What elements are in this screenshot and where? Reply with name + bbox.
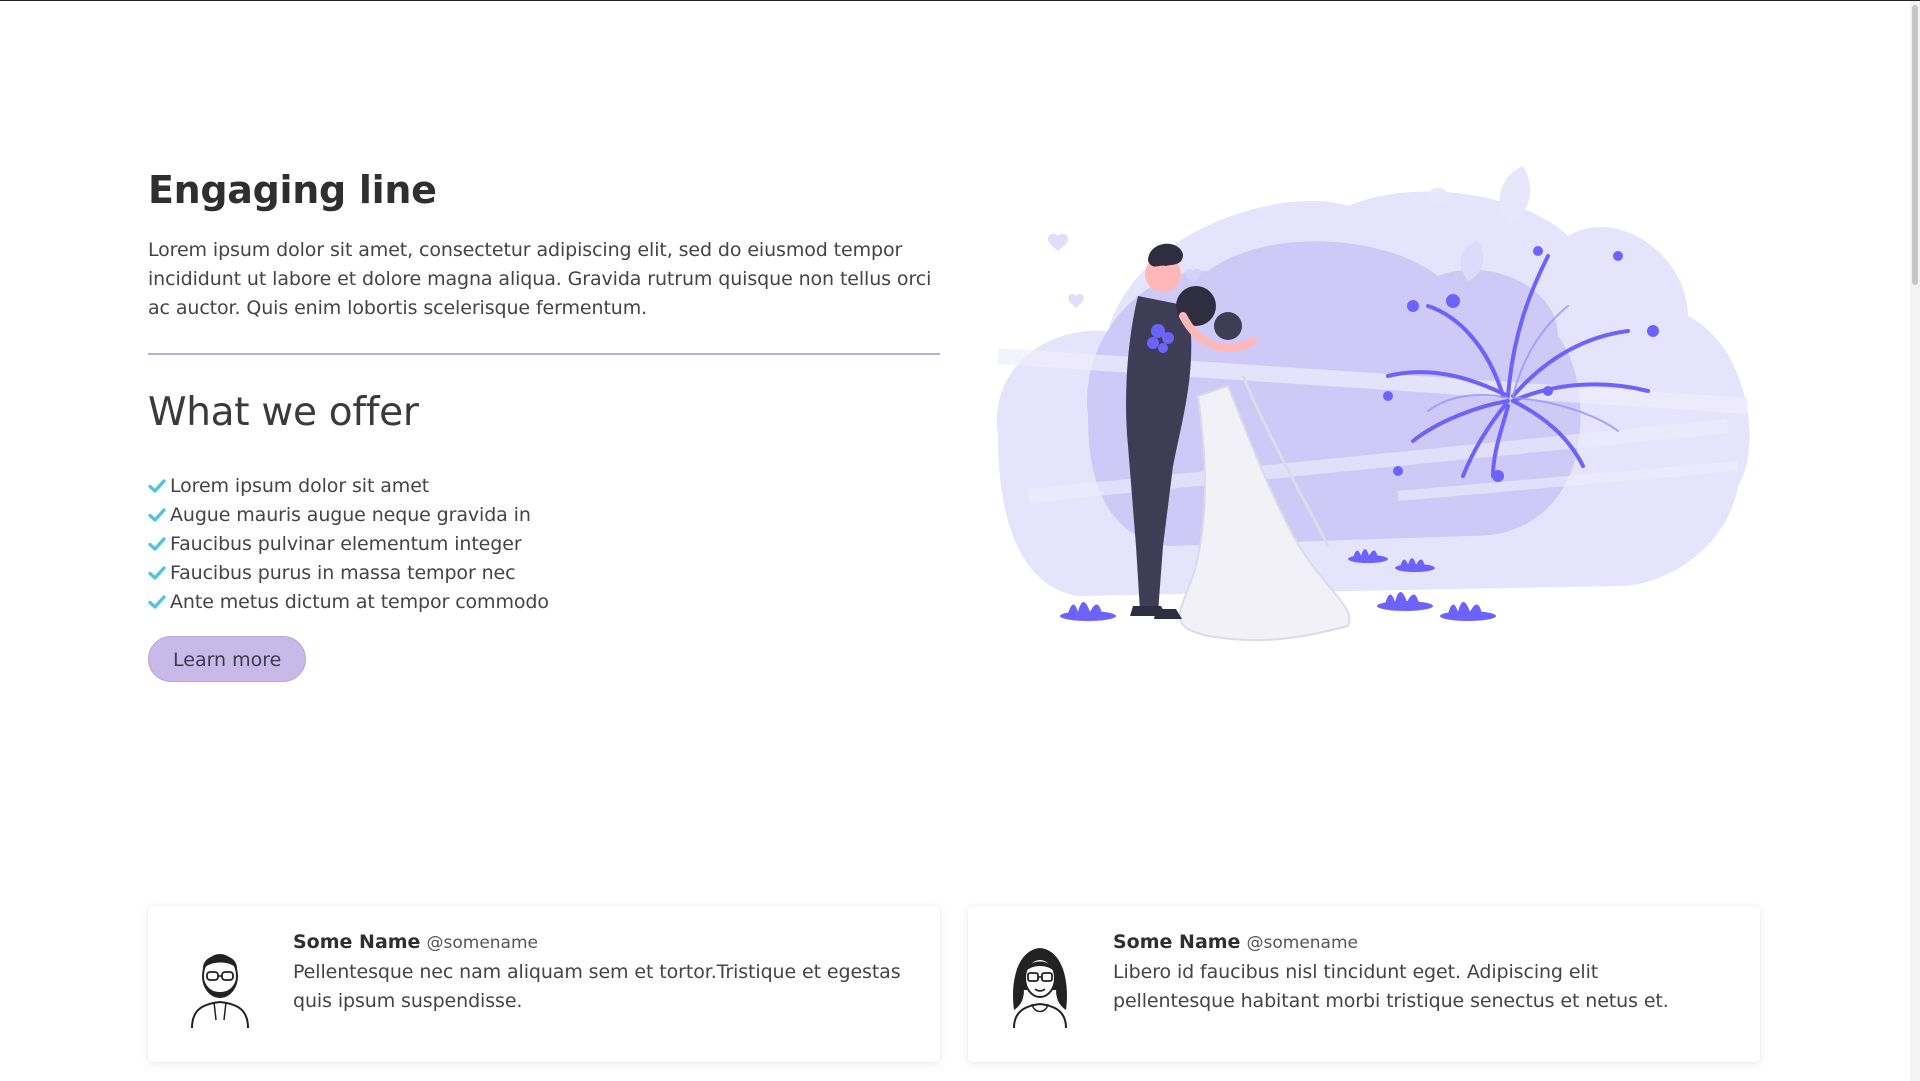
offer-item-label: Augue mauris augue neque gravida in	[170, 503, 531, 526]
offer-item-label: Ante metus dictum at tempor commodo	[170, 590, 549, 613]
hero-text: Engaging line Lorem ipsum dolor sit amet…	[148, 166, 940, 682]
check-icon	[148, 594, 166, 609]
testimonial-author: Some Name @somename	[293, 928, 903, 957]
page-title: Engaging line	[148, 168, 437, 212]
check-icon	[148, 565, 166, 580]
testimonials-section: Some Name @somename Pellentesque nec nam…	[148, 906, 1760, 1066]
author-name: Some Name	[293, 931, 421, 953]
hero-section: Engaging line Lorem ipsum dolor sit amet…	[148, 166, 1760, 686]
offer-item: Faucibus purus in massa tempor nec	[148, 558, 940, 587]
testimonial-body: Some Name @somename Pellentesque nec nam…	[293, 928, 903, 1016]
check-icon	[148, 536, 166, 551]
offer-item-label: Lorem ipsum dolor sit amet	[170, 474, 430, 497]
testimonial-author: Some Name @somename	[1113, 928, 1723, 957]
testimonial-text: Pellentesque nec nam aliquam sem et tort…	[293, 961, 901, 1012]
testimonial-card: Some Name @somename Pellentesque nec nam…	[148, 906, 940, 1062]
scrollbar-thumb[interactable]	[1912, 5, 1918, 285]
offer-item: Augue mauris augue neque gravida in	[148, 500, 940, 529]
offer-heading: What we offer	[148, 390, 419, 435]
divider	[148, 353, 940, 355]
offer-item-label: Faucibus purus in massa tempor nec	[170, 561, 516, 584]
intro-paragraph: Lorem ipsum dolor sit amet, consectetur …	[148, 239, 932, 319]
testimonial-text: Libero id faucibus nisl tincidunt eget. …	[1113, 961, 1669, 1012]
learn-more-button[interactable]: Learn more	[148, 636, 307, 682]
author-handle[interactable]: @somename	[427, 933, 539, 953]
author-handle[interactable]: @somename	[1247, 933, 1359, 953]
page-scrollbar[interactable]	[1910, 1, 1920, 1081]
check-icon	[148, 478, 166, 493]
testimonial-body: Some Name @somename Libero id faucibus n…	[1113, 928, 1723, 1016]
check-icon	[148, 507, 166, 522]
offer-item: Ante metus dictum at tempor commodo	[148, 587, 940, 616]
offer-item: Faucibus pulvinar elementum integer	[148, 529, 940, 558]
offer-list: Lorem ipsum dolor sit amet Augue mauris …	[148, 471, 940, 616]
bearded-man-avatar-icon	[191, 954, 249, 1029]
testimonial-card: Some Name @somename Libero id faucibus n…	[968, 906, 1760, 1062]
woman-avatar-icon	[1013, 948, 1067, 1029]
author-name: Some Name	[1113, 931, 1241, 953]
wedding-illustration	[968, 166, 1758, 666]
wedding-couple-illustration-icon	[996, 166, 1750, 642]
offer-item: Lorem ipsum dolor sit amet	[148, 471, 940, 500]
offer-item-label: Faucibus pulvinar elementum integer	[170, 532, 522, 555]
